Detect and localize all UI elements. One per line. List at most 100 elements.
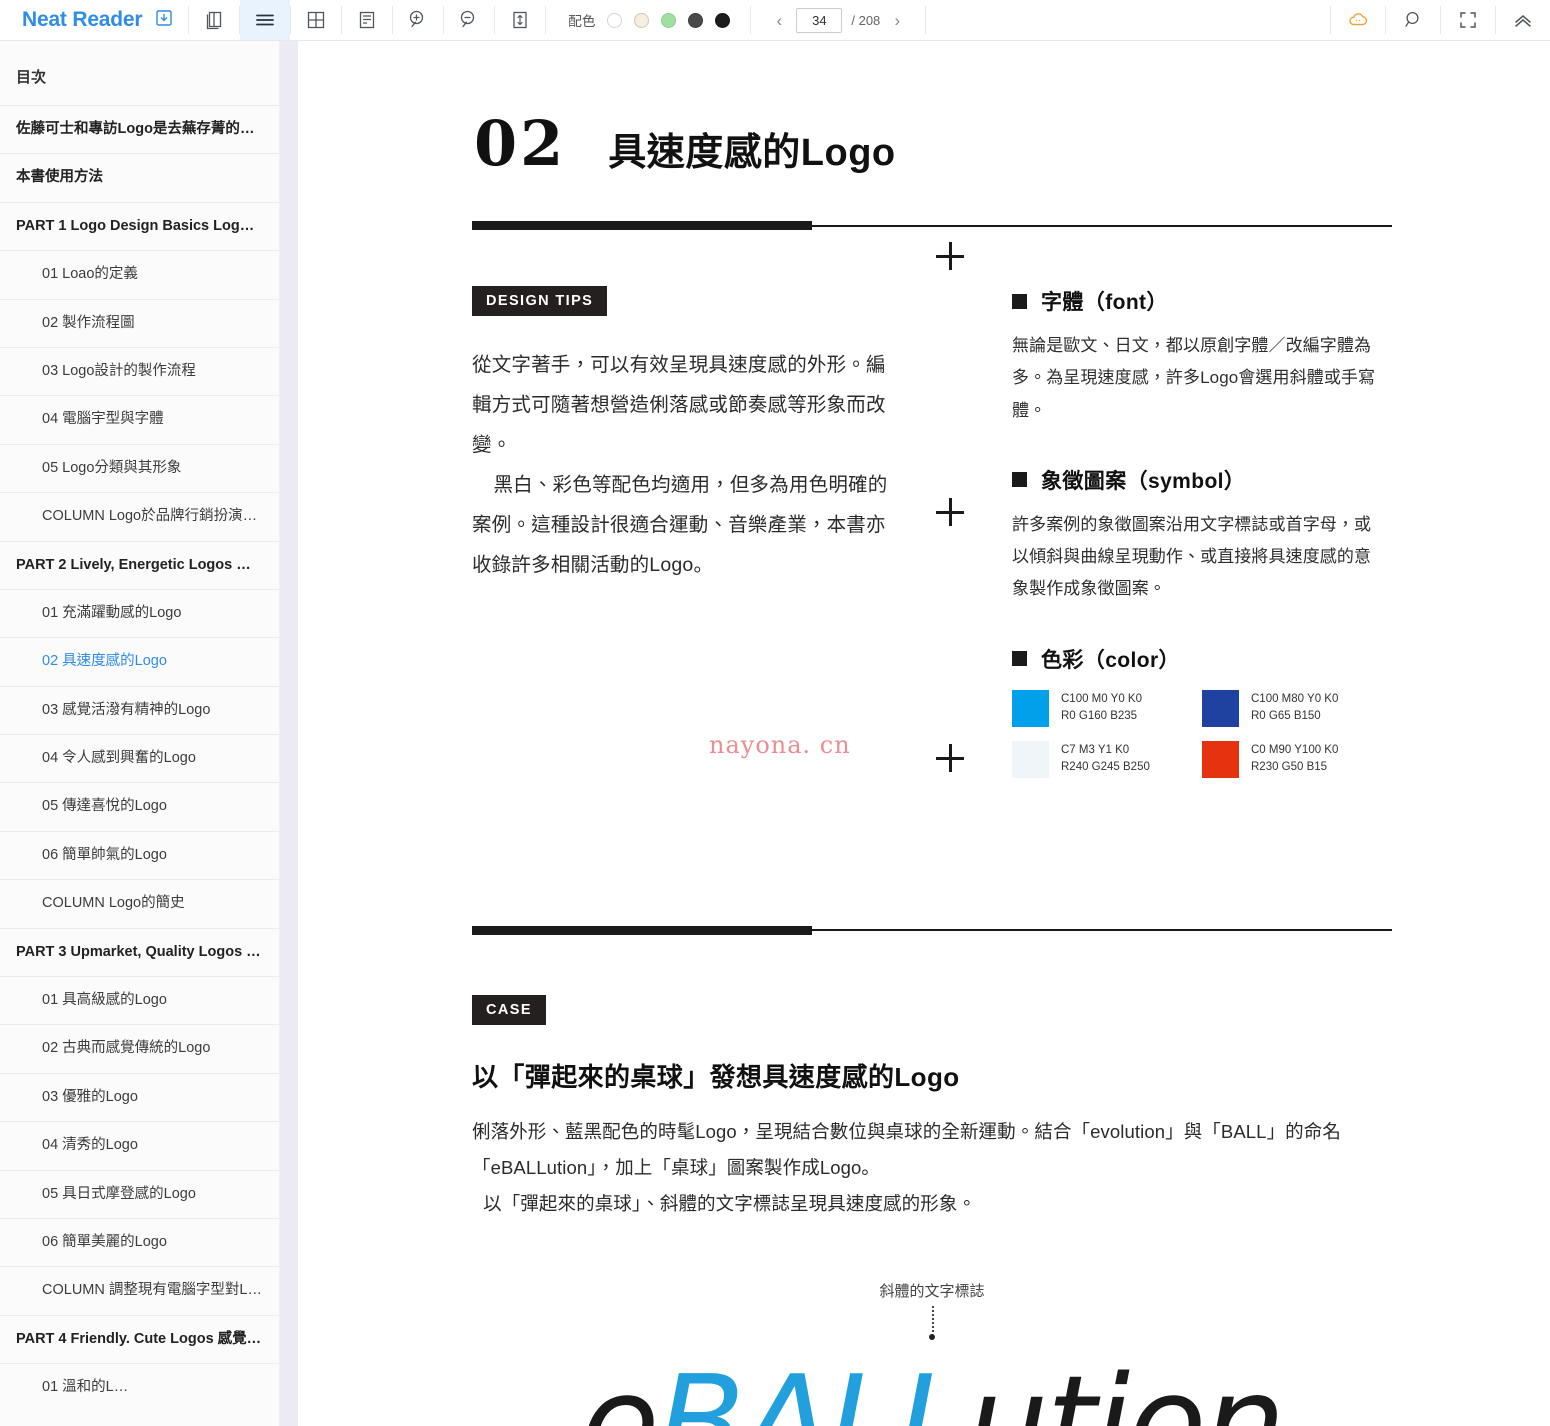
logo-annotation-dot [929,1333,935,1340]
color-swatch: C100 M80 Y0 K0 R0 G65 B150 [1202,689,1392,727]
collapse-up-icon[interactable] [1496,0,1550,40]
toc-item[interactable]: PART 4 Friendly. Cute Logos 感覺親… [0,1314,279,1363]
toc-list: 佐藤可士和專訪Logo是去蕪存菁的湧… 本書使用方法 PART 1 Logo Des… [0,105,279,1412]
logo-part-ution: ution [967,1348,1285,1426]
outline-view-icon[interactable] [342,0,392,40]
color-swatch-rgb: R0 G65 B150 [1251,710,1321,723]
toc-item[interactable]: 01 溫和的L… [0,1363,279,1411]
brand-area: Neat Reader [0,0,188,40]
color-section: 色彩（color） C100 M0 Y0 K0 R0 G160 B235 C100 … [1012,644,1384,792]
color-swatch: C7 M3 Y1 K0 R240 G245 B250 [1012,740,1202,778]
bullet-square-icon [1012,651,1027,667]
toc-item[interactable]: PART 1 Logo Design Basics Logo… [0,201,279,250]
toc-sidebar[interactable]: 目次 佐藤可士和專訪Logo是去蕪存菁的湧… 本書使用方法 PART 1 Logo … [0,41,280,1426]
toc-item[interactable]: 01 Loao的定義 [0,250,279,298]
fit-height-icon[interactable] [495,0,545,40]
fullscreen-icon[interactable] [1441,0,1495,40]
reader-viewport[interactable]: 02 具速度感的Logo DESIGN TIPS 從文字著手，可以有效呈現具速度… [298,41,1550,1426]
theme-dot-cream[interactable] [634,12,650,28]
toc-item[interactable]: COLUMN 調整現有電腦字型對Lo… [0,1266,279,1314]
theme-dot-black[interactable] [715,12,731,28]
bullet-square-icon [1012,472,1027,488]
toc-item[interactable]: 本書使用方法 [0,153,279,201]
design-tips-body: 從文字著手，可以有效呈現具速度感的外形。編輯方式可隨著想營造俐落感或節奏感等形象… [472,346,902,586]
chapter-header: 02 具速度感的Logo [474,113,1550,175]
logo-part-e: e [580,1348,659,1426]
color-swatch-rgb: R0 G160 B235 [1061,710,1138,723]
crosshair-mark-middle [936,498,964,526]
crosshair-mark-top [936,242,964,270]
toc-item[interactable]: 01 具高級感的Logo [0,976,279,1024]
color-swatch-grid: C100 M0 Y0 K0 R0 G160 B235 C100 M80 Y0 K0 R… [1012,689,1392,792]
case-paragraph: 以「彈起來的桌球」、斜體的文字標誌呈現具速度感的形象。 [483,1192,977,1214]
symbol-section-header: 象徵圖案（symbol） [1012,465,1384,495]
search-icon[interactable] [1386,0,1440,40]
theme-dot-green[interactable] [661,12,677,28]
toc-item[interactable]: 06 簡單帥氣的Logo [0,830,279,879]
toc-item[interactable]: 02 製作流程圖 [0,298,279,347]
color-swatch-values: C100 M80 Y0 K0 R0 G65 B150 [1251,690,1338,726]
book-copy-icon[interactable] [189,0,239,40]
symbol-section: 象徵圖案（symbol） 許多案例的象徵圖案沿用文字標誌或首字母，或以傾斜與曲線… [1012,465,1384,606]
toc-item[interactable]: 05 Logo分類與其形象 [0,443,279,492]
crosshair-column [902,242,1012,830]
theme-dot-gray[interactable] [688,12,704,28]
case-study: CASE 以「彈起來的桌球」發想具速度感的Logo 俐落外形、藍黑配色的時髦Lo… [298,994,1550,1426]
toc-item-active[interactable]: 02 具速度感的Logo [0,637,279,685]
theme-dot-white[interactable] [607,12,623,28]
chapter-number: 02 [474,107,567,180]
color-swatch-chip [1012,740,1049,778]
crosshair-mark-bottom [936,744,964,772]
font-section: 字體（font） 無論是歐文、日文，都以原創字體／改編字體為多。為呈現速度感，許… [1012,286,1384,427]
toc-item[interactable]: PART 2 Lively, Energetic Logos 充… [0,540,279,589]
color-section-header: 色彩（color） [1012,644,1384,674]
toc-item[interactable]: 04 令人感到興奮的Logo [0,734,279,782]
logo-annotation-line [932,1305,934,1332]
header-rule [472,221,1392,230]
color-swatch-values: C7 M3 Y1 K0 R240 G245 B250 [1061,741,1150,777]
toc-item[interactable]: 03 優雅的Logo [0,1072,279,1121]
symbol-section-title: 象徵圖案（symbol） [1041,469,1246,493]
grid-view-icon[interactable] [291,0,341,40]
color-swatch-cmyk: C7 M3 Y1 K0 [1061,743,1130,756]
symbol-section-body: 許多案例的象徵圖案沿用文字標誌或首字母，或以傾斜與曲線呈現動作、或直接將具速度感… [1012,514,1372,599]
toc-item[interactable]: 佐藤可士和專訪Logo是去蕪存菁的湧… [0,105,279,153]
prev-page-button[interactable]: ‹ [771,12,787,29]
cloud-sync-icon[interactable] [1331,0,1385,40]
sidebar-scrollbar[interactable] [280,41,298,1426]
toc-item[interactable]: 05 傳達喜悅的Logo [0,782,279,830]
zoom-out-icon[interactable] [444,0,494,40]
page-navigation: ‹ / 208 › [751,0,925,40]
color-swatch-rgb: R230 G50 B15 [1251,761,1328,774]
font-section-header: 字體（font） [1012,286,1384,316]
toc-item[interactable]: 01 充滿躍動感的Logo [0,588,279,637]
view-tools-group [189,0,545,40]
toc-item[interactable]: 03 Logo設計的製作流程 [0,346,279,395]
toc-item[interactable]: 03 感覺活潑有精神的Logo [0,685,279,734]
toc-item[interactable]: 02 古典而感覺傳統的Logo [0,1024,279,1072]
toc-item[interactable]: 06 簡單美麗的Logo [0,1217,279,1266]
zoom-in-icon[interactable] [393,0,443,40]
app-title: Neat Reader [22,8,143,31]
hamburger-menu-icon[interactable] [240,0,291,40]
color-section-title: 色彩（color） [1041,648,1180,672]
toolbar-right-group [1330,0,1550,40]
color-swatch-chip [1202,740,1239,778]
save-icon[interactable] [154,8,174,33]
color-swatch-rgb: R240 G245 B250 [1061,761,1150,774]
toc-item[interactable]: 04 清秀的Logo [0,1121,279,1169]
toc-item[interactable]: COLUMN Logo的簡史 [0,879,279,927]
toc-item[interactable]: 05 具日式摩登感的Logo [0,1169,279,1218]
page-number-input[interactable] [796,7,843,33]
color-swatch-values: C100 M0 Y0 K0 R0 G160 B235 [1061,690,1142,726]
toc-item[interactable]: PART 3 Upmarket, Quality Logos 具… [0,927,279,976]
color-swatch-cmyk: C0 M90 Y100 K0 [1251,743,1339,756]
section-rule [472,925,1392,935]
toc-item[interactable]: COLUMN Logo於品牌行銷扮演的… [0,492,279,540]
color-swatch: C100 M0 Y0 K0 R0 G160 B235 [1012,689,1202,727]
font-section-body: 無論是歐文、日文，都以原創字體／改編字體為多。為呈現速度感，許多Logo會選用斜… [1012,336,1376,420]
next-page-button[interactable]: › [889,12,905,29]
theme-label: 配色 [568,14,596,29]
toc-item[interactable]: 04 電腦宇型與字體 [0,395,279,443]
